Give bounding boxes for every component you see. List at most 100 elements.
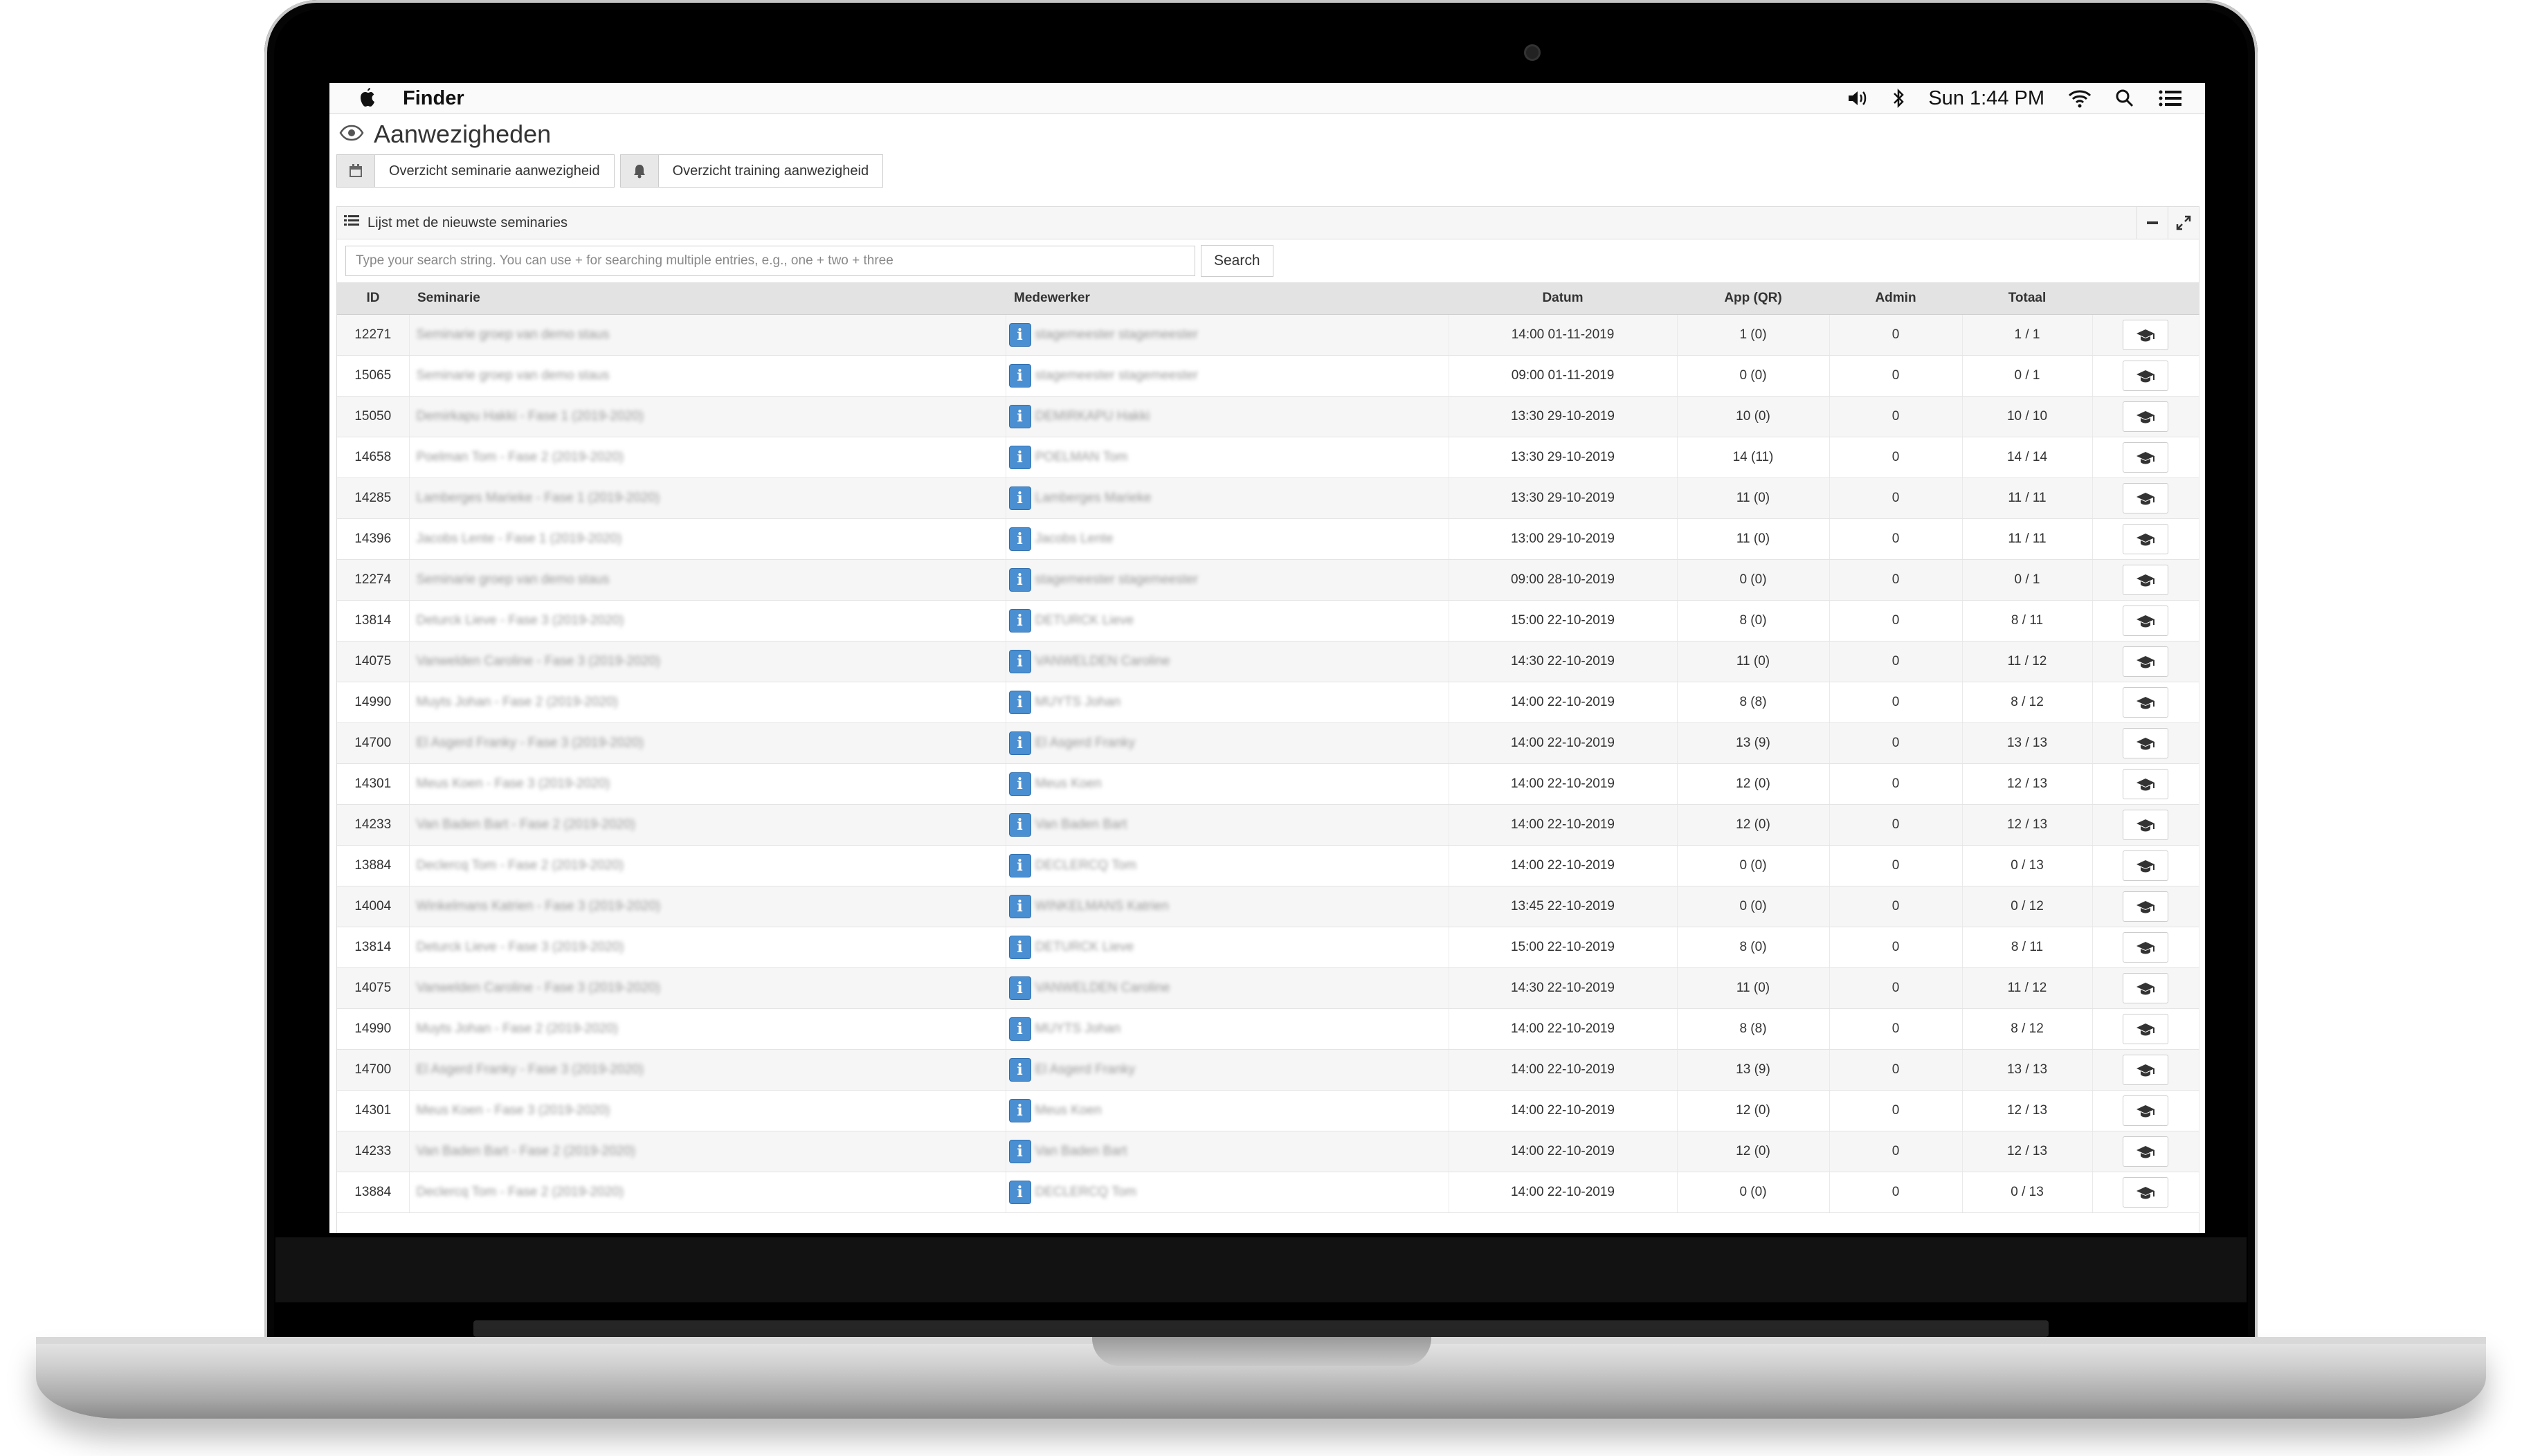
graduation-cap-icon[interactable]	[2123, 565, 2168, 595]
cell-app: 0 (0)	[1677, 886, 1830, 927]
info-icon[interactable]: i	[1008, 895, 1031, 918]
medewerker-name: Van Baden Bart	[1035, 817, 1127, 832]
info-icon[interactable]: i	[1008, 1017, 1031, 1041]
active-app-name[interactable]: Finder	[403, 87, 464, 110]
cell-totaal: 11 / 11	[1962, 477, 2093, 519]
medewerker-name: stagemeester stagemeester	[1035, 572, 1199, 587]
cell-seminarie: Demirkapu Hakki - Fase 1 (2019-2020)	[409, 396, 1006, 437]
cell-app: 13 (9)	[1677, 1049, 1830, 1091]
apple-icon[interactable]	[357, 87, 378, 110]
column-header-medewerker[interactable]: Medewerker	[1006, 282, 1449, 315]
graduation-cap-icon[interactable]	[2123, 891, 2168, 922]
info-icon[interactable]: i	[1008, 405, 1031, 428]
info-icon[interactable]: i	[1008, 1140, 1031, 1163]
graduation-cap-icon[interactable]	[2123, 646, 2168, 677]
medewerker-name: DECLERCQ Tom	[1035, 858, 1136, 873]
medewerker-name: MUYTS Johan	[1035, 695, 1121, 709]
info-icon[interactable]: i	[1008, 854, 1031, 877]
medewerker-name: stagemeester stagemeester	[1035, 368, 1199, 383]
info-icon[interactable]: i	[1008, 936, 1031, 959]
info-icon[interactable]: i	[1008, 323, 1031, 347]
cell-id: 14700	[337, 722, 410, 764]
expand-icon[interactable]	[2168, 207, 2199, 239]
graduation-cap-icon[interactable]	[2123, 361, 2168, 391]
info-icon[interactable]: i	[1008, 364, 1031, 388]
graduation-cap-icon[interactable]	[2123, 1014, 2168, 1044]
column-header-id[interactable]: ID	[337, 282, 409, 315]
cell-seminarie: Winkelmans Katrien - Fase 3 (2019-2020)	[409, 886, 1006, 927]
cell-datum: 14:30 22-10-2019	[1449, 641, 1678, 682]
menubar-clock[interactable]: Sun 1:44 PM	[1928, 87, 2044, 110]
search-button[interactable]: Search	[1201, 245, 1273, 277]
cell-app: 14 (11)	[1677, 437, 1830, 478]
graduation-cap-icon[interactable]	[2123, 1095, 2168, 1126]
info-icon[interactable]: i	[1008, 691, 1031, 714]
info-icon[interactable]: i	[1008, 813, 1031, 837]
panel-header: Lijst met de nieuwste seminaries	[337, 207, 2199, 239]
cell-medewerker: i VANWELDEN Caroline	[1006, 967, 1449, 1009]
tab-seminarie-aanwezigheid[interactable]: Overzicht seminarie aanwezigheid	[336, 154, 615, 188]
graduation-cap-icon[interactable]	[2123, 606, 2168, 636]
graduation-cap-icon[interactable]	[2123, 973, 2168, 1003]
cell-app: 12 (0)	[1677, 804, 1830, 846]
column-header-admin[interactable]: Admin	[1829, 282, 1962, 315]
table-row: 14233 Van Baden Bart - Fase 2 (2019-2020)…	[337, 804, 2199, 846]
bluetooth-icon[interactable]	[1892, 88, 1905, 109]
cell-app: 0 (0)	[1677, 1172, 1830, 1213]
graduation-cap-icon[interactable]	[2123, 810, 2168, 840]
column-header-seminarie[interactable]: Seminarie	[409, 282, 1006, 315]
volume-icon[interactable]	[1847, 89, 1869, 108]
cell-datum: 13:45 22-10-2019	[1449, 886, 1678, 927]
info-icon[interactable]: i	[1008, 486, 1031, 510]
cell-admin: 0	[1829, 600, 1963, 641]
minimize-icon[interactable]	[2137, 207, 2168, 239]
graduation-cap-icon[interactable]	[2123, 1136, 2168, 1167]
info-icon[interactable]: i	[1008, 1181, 1031, 1204]
cell-medewerker: i Meus Koen	[1006, 763, 1449, 805]
graduation-cap-icon[interactable]	[2123, 524, 2168, 554]
graduation-cap-icon[interactable]	[2123, 850, 2168, 881]
medewerker-name: stagemeester stagemeester	[1035, 327, 1199, 342]
graduation-cap-icon[interactable]	[2123, 932, 2168, 963]
graduation-cap-icon[interactable]	[2123, 1055, 2168, 1085]
column-header-app[interactable]: App (QR)	[1677, 282, 1829, 315]
graduation-cap-icon[interactable]	[2123, 442, 2168, 473]
search-icon[interactable]	[2115, 89, 2134, 108]
column-header-totaal[interactable]: Totaal	[1962, 282, 2092, 315]
table-row: 14700 El Asgerd Franky - Fase 3 (2019-202…	[337, 1049, 2199, 1091]
info-icon[interactable]: i	[1008, 772, 1031, 796]
tab-training-aanwezigheid[interactable]: Overzicht training aanwezigheid	[619, 154, 884, 188]
cell-medewerker: i VANWELDEN Caroline	[1006, 641, 1449, 682]
cell-medewerker: i Meus Koen	[1006, 1090, 1449, 1131]
cell-seminarie: Vanwelden Caroline - Fase 3 (2019-2020)	[409, 641, 1006, 682]
cell-datum: 14:00 22-10-2019	[1449, 845, 1678, 886]
seminarie-name: Deturck Lieve - Fase 3 (2019-2020)	[416, 613, 624, 628]
graduation-cap-icon[interactable]	[2123, 769, 2168, 799]
cell-datum: 14:00 22-10-2019	[1449, 1131, 1678, 1172]
graduation-cap-icon[interactable]	[2123, 320, 2168, 350]
info-icon[interactable]: i	[1008, 976, 1031, 1000]
cell-id: 12274	[337, 559, 410, 601]
info-icon[interactable]: i	[1008, 731, 1031, 755]
cell-actions	[2092, 641, 2199, 682]
info-icon[interactable]: i	[1008, 527, 1031, 551]
seminarie-name: Winkelmans Katrien - Fase 3 (2019-2020)	[416, 899, 661, 913]
graduation-cap-icon[interactable]	[2123, 401, 2168, 432]
graduation-cap-icon[interactable]	[2123, 728, 2168, 758]
column-header-datum[interactable]: Datum	[1449, 282, 1677, 315]
wifi-icon[interactable]	[2068, 89, 2092, 108]
screen: Finder Sun 1:44 PM Aanwezigheden Overzic…	[329, 83, 2205, 1233]
graduation-cap-icon[interactable]	[2123, 1177, 2168, 1208]
list-icon[interactable]	[2158, 89, 2183, 108]
table-row: 14301 Meus Koen - Fase 3 (2019-2020) i Meus…	[337, 763, 2199, 805]
info-icon[interactable]: i	[1008, 1058, 1031, 1082]
info-icon[interactable]: i	[1008, 446, 1031, 469]
graduation-cap-icon[interactable]	[2123, 687, 2168, 718]
info-icon[interactable]: i	[1008, 568, 1031, 592]
info-icon[interactable]: i	[1008, 650, 1031, 673]
info-icon[interactable]: i	[1008, 1099, 1031, 1122]
info-icon[interactable]: i	[1008, 609, 1031, 633]
search-input[interactable]	[345, 246, 1195, 276]
cell-medewerker: i El Asgerd Franky	[1006, 722, 1449, 764]
graduation-cap-icon[interactable]	[2123, 483, 2168, 513]
